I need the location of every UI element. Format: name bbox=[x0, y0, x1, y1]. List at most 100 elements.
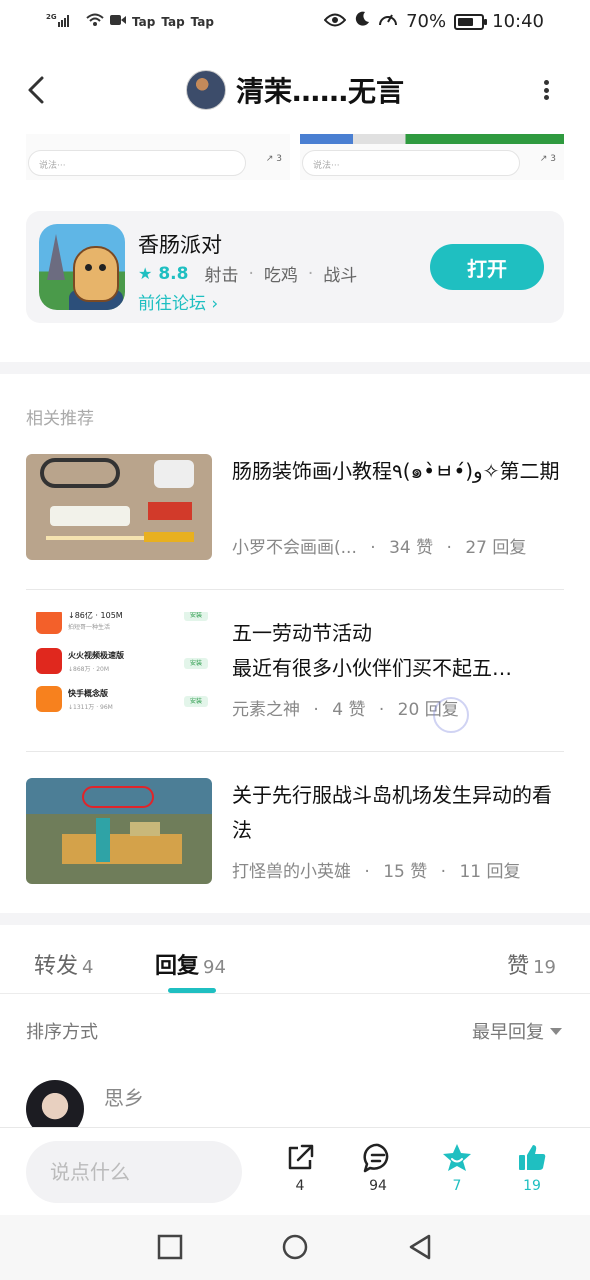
forum-link[interactable]: 前往论坛 › bbox=[138, 289, 218, 314]
section-divider bbox=[0, 362, 590, 374]
clock: 10:40 bbox=[492, 11, 544, 32]
related-item-author: 小罗不会画画(... bbox=[232, 538, 357, 558]
related-item-replies: 27 回复 bbox=[465, 538, 527, 558]
back-nav-button[interactable] bbox=[406, 1233, 434, 1261]
more-options-button[interactable] bbox=[536, 74, 556, 106]
related-thumbnail: ↓86亿 · 105M 拍短哥一种生活 安装 火火视频极速版 ↓868万 · 2… bbox=[26, 612, 212, 718]
carousel-image bbox=[300, 134, 564, 144]
carousel-comment-bar: 说法··· bbox=[302, 150, 520, 176]
caret-down-icon bbox=[550, 1027, 562, 1035]
carousel-card: 说法··· ↗ 3 bbox=[26, 134, 290, 180]
carousel-share-count: ↗ 3 bbox=[539, 154, 556, 164]
tap-label-3: Tap bbox=[190, 14, 214, 29]
game-tag: 吃鸡 bbox=[263, 266, 298, 286]
comment-input[interactable] bbox=[26, 1141, 242, 1203]
avatar[interactable] bbox=[26, 1080, 84, 1128]
touch-indicator bbox=[433, 697, 469, 733]
share-button[interactable]: 4 bbox=[270, 1142, 330, 1206]
recent-apps-button[interactable] bbox=[156, 1233, 184, 1261]
game-icon bbox=[39, 224, 125, 310]
game-tag: 射击 bbox=[204, 266, 239, 286]
carousel-share-number: 3 bbox=[550, 154, 556, 164]
tower-shape bbox=[47, 234, 65, 280]
dot-separator: · bbox=[248, 263, 254, 284]
carousel-share-count: ↗ 3 bbox=[265, 154, 282, 164]
wifi-icon bbox=[86, 13, 104, 30]
related-item-replies: 11 回复 bbox=[459, 862, 521, 882]
signal-icon: 2G bbox=[46, 12, 80, 31]
dot-separator: · bbox=[370, 538, 376, 558]
related-item-likes: 4 赞 bbox=[332, 700, 366, 720]
image-carousel[interactable]: 说法··· ↗ 3 说法··· ↗ 3 bbox=[26, 134, 564, 180]
related-item-title: 关于先行服战斗岛机场发生异动的看法 bbox=[232, 783, 552, 842]
bottom-action-bar: 4 94 7 19 bbox=[0, 1127, 590, 1215]
dot-separator: · bbox=[313, 700, 319, 720]
like-button[interactable]: 19 bbox=[502, 1142, 562, 1206]
dot-separator: · bbox=[446, 538, 452, 558]
triangle-back-icon bbox=[409, 1234, 431, 1260]
battery-fill bbox=[458, 17, 474, 26]
related-item-title: 肠肠装饰画小教程٩(๑•̀ㅂ•́)و✧第二期 bbox=[232, 459, 560, 483]
related-item-meta: 元素之神 · 4 赞 · 20 回复 bbox=[232, 695, 459, 720]
open-button[interactable]: 打开 bbox=[430, 244, 544, 290]
comment-button[interactable]: 94 bbox=[348, 1142, 408, 1206]
related-item-meta: 小罗不会画画(... · 34 赞 · 27 回复 bbox=[232, 533, 526, 558]
comment-item[interactable]: 思乡 bbox=[26, 1080, 564, 1128]
video-icon bbox=[110, 14, 126, 29]
favorite-button[interactable]: 7 bbox=[427, 1142, 487, 1206]
game-name: 香肠派对 bbox=[138, 233, 222, 257]
thumb-app-sub: ↓86亿 · 105M bbox=[68, 612, 123, 620]
character-face bbox=[73, 246, 119, 302]
favorite-icon bbox=[443, 1144, 471, 1171]
tab-like-label: 赞 bbox=[507, 954, 530, 979]
carousel-comment-bar: 说法··· bbox=[28, 150, 246, 176]
comment-username[interactable]: 思乡 bbox=[104, 1082, 144, 1111]
thumb-install-button: 安装 bbox=[184, 612, 208, 621]
thumb-install-button: 安装 bbox=[184, 658, 208, 669]
related-item[interactable]: ↓86亿 · 105M 拍短哥一种生活 安装 火火视频极速版 ↓868万 · 2… bbox=[26, 606, 564, 746]
related-item-likes: 34 赞 bbox=[389, 538, 434, 558]
tab-like[interactable]: 赞 19 bbox=[507, 948, 556, 980]
related-item[interactable]: 关于先行服战斗岛机场发生异动的看法 打怪兽的小英雄 · 15 赞 · 11 回复 bbox=[26, 768, 564, 908]
related-item-likes: 15 赞 bbox=[383, 862, 428, 882]
thumb-app-row: 火火视频极速版 ↓868万 · 20M 安装 bbox=[36, 648, 212, 678]
stick-shape bbox=[144, 532, 194, 542]
character-shape bbox=[96, 818, 110, 862]
speedometer-icon bbox=[378, 10, 398, 33]
thumb-app-desc: 拍短哥一种生活 bbox=[68, 624, 111, 631]
item-divider bbox=[26, 589, 564, 590]
game-card[interactable]: 香肠派对 ★ 8.8 射击 · 吃鸡 · 战斗 前往论坛 › 打开 bbox=[26, 211, 564, 323]
more-dot bbox=[543, 80, 549, 85]
header-user[interactable]: 清茉……无言 bbox=[0, 70, 590, 110]
dot-separator: · bbox=[364, 862, 370, 882]
carousel-card: 说法··· ↗ 3 bbox=[300, 134, 564, 180]
like-count: 19 bbox=[523, 1178, 541, 1194]
tab-like-count: 19 bbox=[533, 957, 556, 978]
battery-icon bbox=[454, 13, 488, 30]
system-nav-bar bbox=[0, 1215, 590, 1280]
battery-percent: 70% bbox=[406, 11, 447, 32]
more-dot bbox=[543, 95, 549, 100]
tab-forward-count: 4 bbox=[82, 957, 94, 978]
related-thumbnail bbox=[26, 778, 212, 884]
svg-text:2G: 2G bbox=[46, 13, 57, 21]
sort-value: 最早回复 bbox=[472, 1022, 544, 1043]
active-tab-indicator bbox=[168, 988, 216, 993]
tab-forward[interactable]: 转发 4 bbox=[34, 948, 93, 980]
square-icon bbox=[157, 1234, 183, 1260]
sort-dropdown[interactable]: 最早回复 bbox=[472, 1018, 562, 1044]
game-meta: ★ 8.8 射击 · 吃鸡 · 战斗 bbox=[138, 261, 357, 287]
carousel-share-number: 3 bbox=[276, 154, 282, 164]
home-button[interactable] bbox=[281, 1233, 309, 1261]
related-section-title: 相关推荐 bbox=[26, 409, 94, 429]
tap-label-2: Tap bbox=[161, 14, 185, 29]
scissors-shape bbox=[40, 458, 120, 488]
circle-icon bbox=[282, 1234, 308, 1260]
eye-icon bbox=[323, 11, 347, 32]
glue-tube-shape bbox=[50, 506, 130, 526]
favorite-count: 7 bbox=[452, 1178, 462, 1194]
thumb-install-button: 安装 bbox=[184, 696, 208, 707]
related-item-author: 打怪兽的小英雄 bbox=[232, 862, 351, 882]
related-item[interactable]: 肠肠装饰画小教程٩(๑•̀ㅂ•́)و✧第二期 小罗不会画画(... · 34 赞… bbox=[26, 444, 564, 584]
tab-reply[interactable]: 回复 94 bbox=[155, 948, 226, 980]
